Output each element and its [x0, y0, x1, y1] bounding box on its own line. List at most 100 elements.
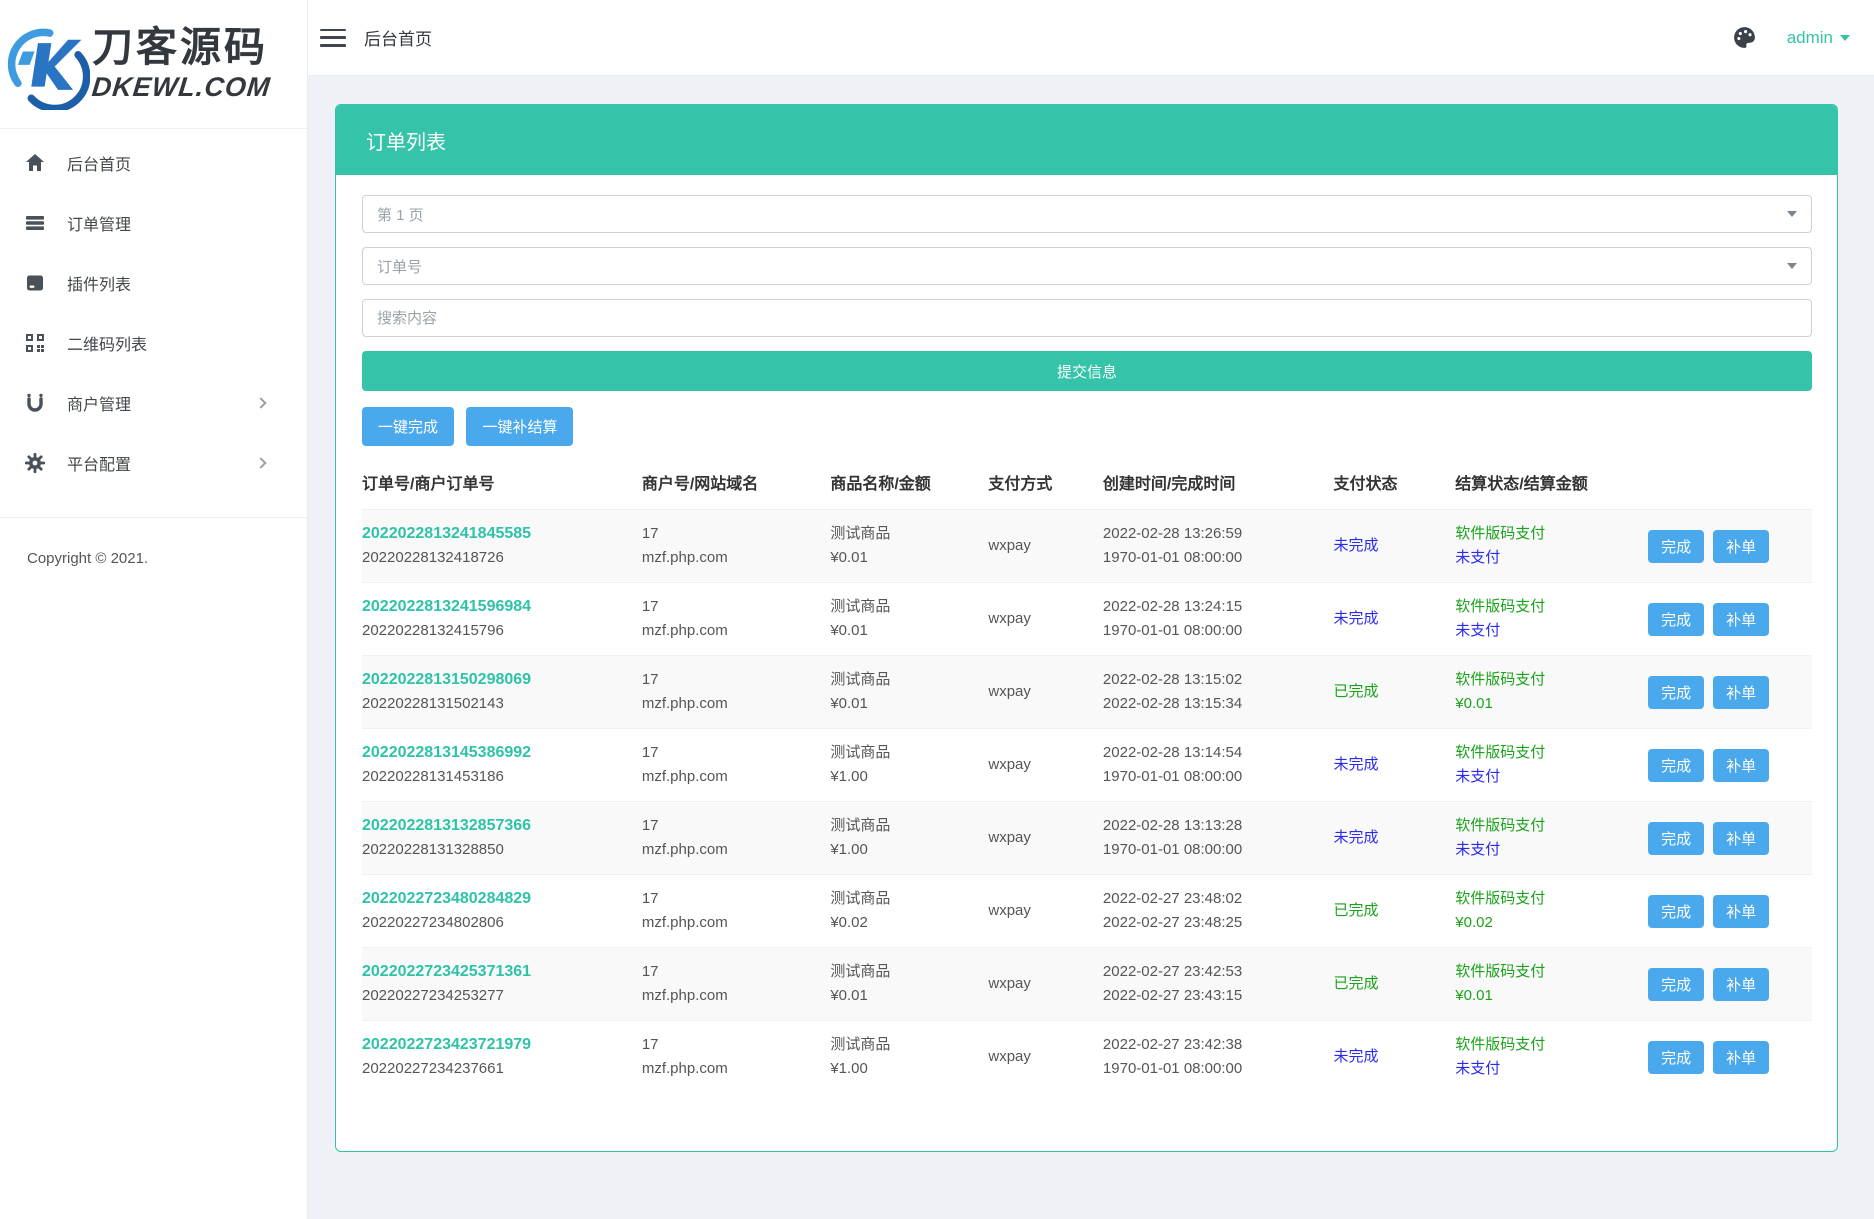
column-header: 结算状态/结算金额: [1455, 456, 1648, 510]
column-header: 商户号/网站域名: [642, 456, 830, 510]
sidebar-item-platform-config[interactable]: 平台配置: [0, 433, 307, 493]
main-area: 后台首页 admin 订单列表 第 1 页: [308, 0, 1874, 1219]
finish-order-button[interactable]: 完成: [1648, 895, 1704, 928]
order-number-link[interactable]: 2022022813241845585: [362, 522, 634, 546]
pay-status: 未完成: [1333, 756, 1378, 773]
reissue-order-button[interactable]: 补单: [1713, 822, 1769, 855]
sidebar-item-orders[interactable]: 订单管理: [0, 193, 307, 253]
order-row: 20220228131328573662022022813132885017mz…: [362, 802, 1812, 875]
finished-time: 1970-01-01 08:00:00: [1103, 619, 1326, 643]
finish-order-button[interactable]: 完成: [1648, 603, 1704, 636]
order-number-link[interactable]: 2022022813241596984: [362, 595, 634, 619]
sidebar-item-plugins[interactable]: 插件列表: [0, 253, 307, 313]
user-menu[interactable]: admin: [1787, 28, 1850, 48]
order-number-link[interactable]: 2022022813150298069: [362, 668, 634, 692]
column-header: 商品名称/金额: [830, 456, 988, 510]
home-icon: [25, 153, 45, 173]
page-select[interactable]: 第 1 页: [362, 195, 1812, 233]
order-number-link[interactable]: 2022022723423721979: [362, 1033, 634, 1057]
order-number-link[interactable]: 2022022723425371361: [362, 960, 634, 984]
settle-amount: 未支付: [1455, 838, 1640, 862]
submit-button[interactable]: 提交信息: [362, 351, 1812, 391]
product-name: 测试商品: [830, 668, 980, 692]
site-domain: mzf.php.com: [642, 911, 822, 935]
search-input[interactable]: [362, 299, 1812, 337]
finished-time: 2022-02-28 13:15:34: [1103, 692, 1326, 716]
settle-channel: 软件版码支付: [1455, 814, 1640, 838]
order-number-link[interactable]: 2022022813145386992: [362, 741, 634, 765]
merchant-order-number: 20220227234802806: [362, 914, 504, 931]
panel-body: 第 1 页 订单号 提交信息 一键完成 一键补结算: [336, 175, 1837, 1151]
reissue-order-button[interactable]: 补单: [1713, 1041, 1769, 1074]
sidebar-item-qrcodes[interactable]: 二维码列表: [0, 313, 307, 373]
complete-all-button[interactable]: 一键完成: [362, 407, 454, 446]
settle-all-button[interactable]: 一键补结算: [466, 407, 573, 446]
merchant-order-number: 20220228132415796: [362, 622, 504, 639]
brand-name-en: DKEWL.COM: [91, 74, 272, 101]
reissue-order-button[interactable]: 补单: [1713, 603, 1769, 636]
theme-palette-icon[interactable]: [1732, 25, 1757, 50]
reissue-order-button[interactable]: 补单: [1713, 749, 1769, 782]
product-name: 测试商品: [830, 595, 980, 619]
pay-method: wxpay: [988, 975, 1031, 992]
topbar: 后台首页 admin: [308, 0, 1874, 76]
finish-order-button[interactable]: 完成: [1648, 676, 1704, 709]
pay-method: wxpay: [988, 829, 1031, 846]
sidebar-item-label: 插件列表: [67, 271, 131, 295]
created-time: 2022-02-27 23:48:02: [1103, 887, 1326, 911]
search-type-select[interactable]: 订单号: [362, 247, 1812, 285]
sidebar-item-label: 商户管理: [67, 391, 131, 415]
chevron-right-icon: [255, 397, 266, 408]
product-amount: ¥1.00: [830, 1057, 980, 1081]
merchant-order-number: 20220228132418726: [362, 549, 504, 566]
pay-method: wxpay: [988, 610, 1031, 627]
product-amount: ¥0.01: [830, 692, 980, 716]
menu-toggle-icon[interactable]: [320, 29, 346, 47]
settle-amount: ¥0.02: [1455, 911, 1640, 935]
sidebar-item-dashboard[interactable]: 后台首页: [0, 133, 307, 193]
order-row: 20220227234802848292022022723480280617mz…: [362, 875, 1812, 948]
order-row: 20220228131453869922022022813145318617mz…: [362, 729, 1812, 802]
page-title: 后台首页: [364, 25, 432, 50]
app-window: 刀客源码 DKEWL.COM 后台首页 订单管理 插件列表 二维码列表: [0, 0, 1874, 1219]
brand-logo[interactable]: 刀客源码 DKEWL.COM: [0, 0, 307, 129]
settle-channel: 软件版码支付: [1455, 1033, 1640, 1057]
merchant-id: 17: [642, 522, 822, 546]
pay-status: 未完成: [1333, 1048, 1378, 1065]
finish-order-button[interactable]: 完成: [1648, 968, 1704, 1001]
product-amount: ¥1.00: [830, 765, 980, 789]
finish-order-button[interactable]: 完成: [1648, 530, 1704, 563]
created-time: 2022-02-27 23:42:38: [1103, 1033, 1326, 1057]
finished-time: 1970-01-01 08:00:00: [1103, 765, 1326, 789]
order-row: 20220228132415969842022022813241579617mz…: [362, 583, 1812, 656]
created-time: 2022-02-28 13:13:28: [1103, 814, 1326, 838]
reissue-order-button[interactable]: 补单: [1713, 530, 1769, 563]
sidebar-item-merchants[interactable]: 商户管理: [0, 373, 307, 433]
order-row: 20220227234253713612022022723425327717mz…: [362, 948, 1812, 1021]
created-time: 2022-02-28 13:14:54: [1103, 741, 1326, 765]
pay-method: wxpay: [988, 902, 1031, 919]
finish-order-button[interactable]: 完成: [1648, 1041, 1704, 1074]
pay-method: wxpay: [988, 683, 1031, 700]
product-amount: ¥0.02: [830, 911, 980, 935]
plugin-icon: [25, 273, 45, 293]
brand-name-cn: 刀客源码: [92, 27, 270, 68]
site-domain: mzf.php.com: [642, 765, 822, 789]
settle-channel: 软件版码支付: [1455, 887, 1640, 911]
order-number-link[interactable]: 2022022813132857366: [362, 814, 634, 838]
finish-order-button[interactable]: 完成: [1648, 749, 1704, 782]
content-area: 订单列表 第 1 页 订单号 提交信息 一键完成 一键补结算: [308, 76, 1874, 1219]
finish-order-button[interactable]: 完成: [1648, 822, 1704, 855]
pay-method: wxpay: [988, 537, 1031, 554]
product-amount: ¥0.01: [830, 619, 980, 643]
merchant-id: 17: [642, 668, 822, 692]
product-amount: ¥1.00: [830, 838, 980, 862]
topbar-right: admin: [1732, 25, 1850, 50]
site-domain: mzf.php.com: [642, 1057, 822, 1081]
merchant-order-number: 20220227234253277: [362, 987, 504, 1004]
reissue-order-button[interactable]: 补单: [1713, 895, 1769, 928]
reissue-order-button[interactable]: 补单: [1713, 968, 1769, 1001]
order-number-link[interactable]: 2022022723480284829: [362, 887, 634, 911]
finished-time: 1970-01-01 08:00:00: [1103, 1057, 1326, 1081]
reissue-order-button[interactable]: 补单: [1713, 676, 1769, 709]
